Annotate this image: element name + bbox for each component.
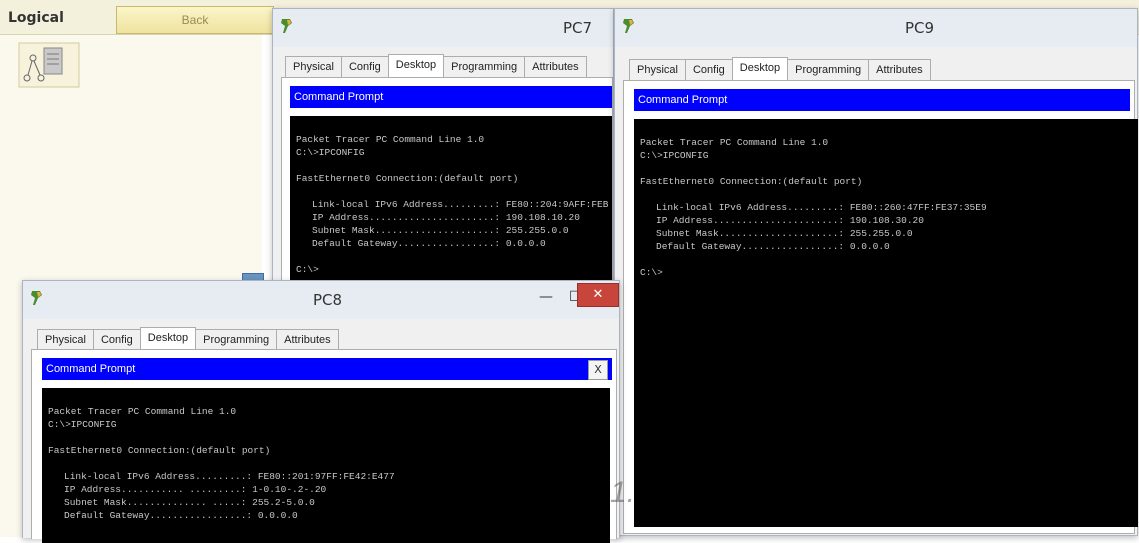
pc9-console-line: Packet Tracer PC Command Line 1.0 <box>640 137 829 148</box>
pc9-tab-desktop[interactable]: Desktop <box>731 57 789 81</box>
pc9-console-line: C:\>IPCONFIG <box>640 150 709 161</box>
pc7-console-line: Packet Tracer PC Command Line 1.0 <box>296 134 485 145</box>
pc9-console-prompt: C:\> <box>640 267 663 278</box>
back-button[interactable]: Back <box>116 6 274 34</box>
pc9-console-line: Link-local IPv6 Address.........: FE80::… <box>656 202 987 213</box>
pc8-console-line: IP Address........... .........: 1-0.10-… <box>64 484 327 495</box>
overlay-watermark: 1. <box>610 476 636 509</box>
pc9-console[interactable]: Packet Tracer PC Command Line 1.0 C:\>IPC… <box>634 119 1138 527</box>
pc8-console-line: C:\>IPCONFIG <box>48 419 117 430</box>
pc7-console[interactable]: Packet Tracer PC Command Line 1.0 C:\>IPC… <box>290 116 612 292</box>
pc9-tab-attributes[interactable]: Attributes <box>868 59 931 81</box>
pc8-console-line: Subnet Mask.............. .....: 255.2-5… <box>64 497 315 508</box>
pc7-title: PC7 <box>563 19 593 37</box>
logical-topology-icon[interactable] <box>18 42 80 88</box>
pc8-console-line: Link-local IPv6 Address.........: FE80::… <box>64 471 395 482</box>
pc9-console-line: Default Gateway.................: 0.0.0.… <box>656 241 890 252</box>
window-close-button[interactable]: ✕ <box>577 283 619 307</box>
pc7-console-line: IP Address......................: 190.10… <box>312 212 580 223</box>
pc7-console-line: C:\>IPCONFIG <box>296 147 365 158</box>
pc8-title: PC8 <box>313 291 343 309</box>
pc8-titlebar[interactable]: PC8 — ☐ ✕ <box>23 281 619 319</box>
pc9-tab-physical[interactable]: Physical <box>629 59 686 81</box>
pc8-desktop-panel: Command Prompt X Packet Tracer PC Comman… <box>31 349 617 543</box>
pc7-window[interactable]: PC7 Physical Config Desktop Programming … <box>272 8 614 292</box>
pc9-window[interactable]: PC9 Physical Config Desktop Programming … <box>614 8 1138 536</box>
pc8-tab-desktop[interactable]: Desktop <box>139 327 197 351</box>
pc7-tab-desktop[interactable]: Desktop <box>387 54 445 78</box>
pc7-console-prompt: C:\> <box>296 264 319 275</box>
packet-tracer-icon <box>31 291 42 305</box>
pc7-desktop-panel: Command Prompt Packet Tracer PC Command … <box>281 77 613 292</box>
pc9-console-line: FastEthernet0 Connection:(default port) <box>640 176 863 187</box>
logical-mode-label: Logical <box>8 10 64 26</box>
pc8-console-line: Packet Tracer PC Command Line 1.0 <box>48 406 237 417</box>
pc9-console-line: IP Address......................: 190.10… <box>656 215 924 226</box>
pc8-tab-config[interactable]: Config <box>92 329 141 351</box>
close-command-prompt-button[interactable]: X <box>588 360 608 380</box>
packet-tracer-icon <box>281 19 292 33</box>
pc7-command-prompt-header: Command Prompt <box>290 86 612 108</box>
pc7-console-line: Subnet Mask.....................: 255.25… <box>312 225 569 236</box>
pc8-console-line: Default Gateway.................: 0.0.0.… <box>64 510 298 521</box>
packet-tracer-icon <box>623 19 634 33</box>
pc9-title: PC9 <box>905 19 935 37</box>
pc8-command-prompt-header: Command Prompt <box>42 358 612 380</box>
pc8-tab-programming[interactable]: Programming <box>195 329 278 351</box>
pc8-tab-physical[interactable]: Physical <box>37 329 94 351</box>
pc9-tab-programming[interactable]: Programming <box>787 59 870 81</box>
pc9-tab-config[interactable]: Config <box>684 59 733 81</box>
pc7-tab-attributes[interactable]: Attributes <box>524 56 587 78</box>
pc7-titlebar[interactable]: PC7 <box>273 9 613 47</box>
pc7-console-line: Link-local IPv6 Address.........: FE80::… <box>312 199 609 210</box>
pc7-console-line: FastEthernet0 Connection:(default port) <box>296 173 519 184</box>
pc8-window[interactable]: PC8 — ☐ ✕ Physical Config Desktop Progra… <box>22 280 620 543</box>
pc8-console[interactable]: Packet Tracer PC Command Line 1.0 C:\>IPC… <box>42 388 610 543</box>
pc7-tab-config[interactable]: Config <box>340 56 389 78</box>
pc8-console-line: FastEthernet0 Connection:(default port) <box>48 445 271 456</box>
pc7-tab-programming[interactable]: Programming <box>443 56 526 78</box>
pc7-tab-physical[interactable]: Physical <box>285 56 342 78</box>
minimize-button[interactable]: — <box>539 289 553 305</box>
pc9-console-line: Subnet Mask.....................: 255.25… <box>656 228 913 239</box>
pc9-desktop-panel: Command Prompt Packet Tracer PC Command … <box>623 80 1138 534</box>
pc7-console-line: Default Gateway.................: 0.0.0.… <box>312 238 546 249</box>
pc9-command-prompt-header: Command Prompt <box>634 89 1130 111</box>
pc8-tab-attributes[interactable]: Attributes <box>276 329 339 351</box>
pc9-titlebar[interactable]: PC9 <box>615 9 1137 47</box>
